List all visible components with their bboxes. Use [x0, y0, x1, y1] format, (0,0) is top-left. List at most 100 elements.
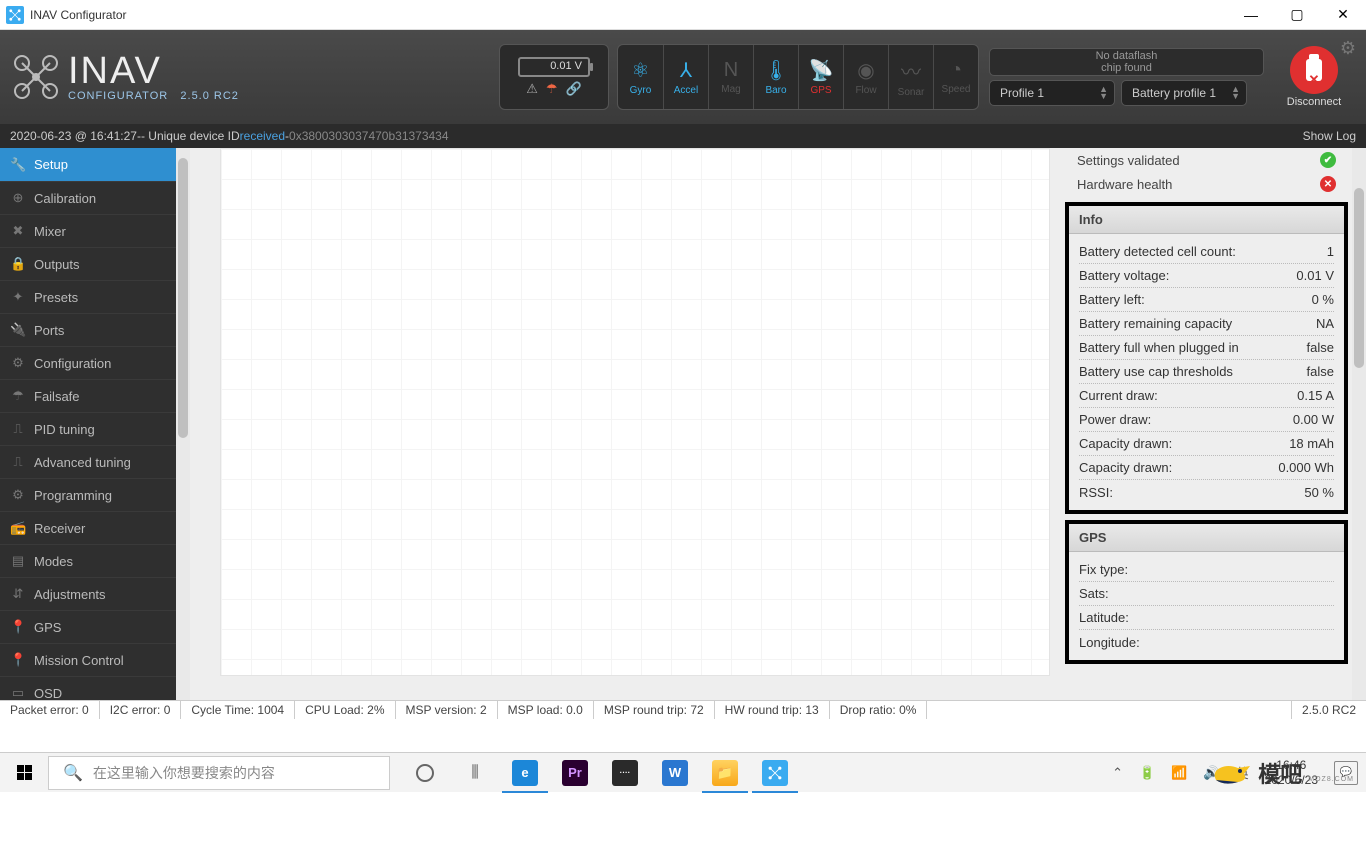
- watermark: 模吧 MOZ8.COM: [1210, 757, 1354, 789]
- sidebar-item-setup[interactable]: 🔧Setup: [0, 148, 190, 181]
- taskbar-search[interactable]: 🔍 在这里输入你想要搜索的内容: [48, 756, 390, 790]
- sensor-gps: 📡GPS: [798, 45, 843, 109]
- gps-row: Fix type:: [1079, 558, 1334, 582]
- taskbar-edge[interactable]: e: [500, 753, 550, 793]
- start-button[interactable]: [0, 753, 48, 793]
- profile-select[interactable]: Profile 1▲▼: [989, 80, 1115, 106]
- app-header: INAV CONFIGURATOR 2.5.0 RC2 0.01 V ⚠ ☂ 🔗…: [0, 30, 1366, 124]
- battery-profile-select[interactable]: Battery profile 1▲▼: [1121, 80, 1247, 106]
- logo: INAV CONFIGURATOR 2.5.0 RC2: [12, 52, 239, 102]
- window-maximize[interactable]: ▢: [1274, 0, 1320, 30]
- search-icon: 🔍: [63, 763, 83, 783]
- show-log-button[interactable]: Show Log: [1303, 129, 1356, 143]
- sidebar-item-ports[interactable]: 🔌Ports: [0, 313, 190, 346]
- sidebar-item-modes[interactable]: ▤Modes: [0, 544, 190, 577]
- status-cell: MSP round trip: 72: [594, 701, 715, 719]
- sensor-mag: NMag: [708, 45, 753, 109]
- gps-row: Sats:: [1079, 582, 1334, 606]
- footer-status-bar: Packet error: 0I2C error: 0Cycle Time: 1…: [0, 700, 1366, 719]
- main-content: 飞控的数据 GPS信息 Settings validated ✔ Hardwar…: [190, 148, 1366, 700]
- gps-panel: GPS Fix type:Sats:Latitude:Longitude:: [1065, 520, 1348, 664]
- status-hardware-health: Hardware health ✕: [1065, 172, 1348, 196]
- taskbar-premiere[interactable]: Pr: [550, 753, 600, 793]
- info-row: Power draw:0.00 W: [1079, 408, 1334, 432]
- window-minimize[interactable]: —: [1228, 0, 1274, 30]
- taskbar-app1[interactable]: ····: [600, 753, 650, 793]
- gps-row: Longitude:: [1079, 630, 1334, 654]
- sensor-gyro: ⚛Gyro: [618, 45, 663, 109]
- status-cell: Packet error: 0: [0, 701, 100, 719]
- battery-voltage: 0.01 V: [550, 60, 582, 72]
- app-icon: [6, 6, 24, 24]
- info-row: Capacity drawn:0.000 Wh: [1079, 456, 1334, 480]
- dataflash-status: No dataflash chip found: [989, 48, 1264, 76]
- settings-gear-icon[interactable]: ⚙: [1340, 38, 1356, 59]
- sidebar-item-mixer[interactable]: ✖Mixer: [0, 214, 190, 247]
- window-close[interactable]: ✕: [1320, 0, 1366, 30]
- status-cell: I2C error: 0: [100, 701, 182, 719]
- sidebar-scrollbar[interactable]: [176, 148, 190, 700]
- gps-panel-header: GPS: [1069, 524, 1344, 552]
- sidebar-item-outputs[interactable]: 🔒Outputs: [0, 247, 190, 280]
- logo-name: INAV: [68, 52, 239, 90]
- taskbar-taskview[interactable]: ⫼: [450, 753, 500, 793]
- status-settings-validated: Settings validated ✔: [1065, 148, 1348, 172]
- warning-icon: ⚠: [526, 81, 538, 97]
- sidebar-item-failsafe[interactable]: ☂Failsafe: [0, 379, 190, 412]
- info-row: Battery use cap thresholdsfalse: [1079, 360, 1334, 384]
- link-icon: 🔗: [566, 81, 582, 97]
- windows-taskbar: 🔍 在这里输入你想要搜索的内容 ⫼ e Pr ···· W 📁 ⌃ 🔋 📶 🔊 …: [0, 752, 1366, 792]
- taskbar-cortana[interactable]: [400, 753, 450, 793]
- info-row: Battery remaining capacityNA: [1079, 312, 1334, 336]
- info-row: Battery detected cell count:1: [1079, 240, 1334, 264]
- sidebar-item-calibration[interactable]: ⊕Calibration: [0, 181, 190, 214]
- taskbar-wps[interactable]: W: [650, 753, 700, 793]
- info-panel: Info Battery detected cell count:1Batter…: [1065, 202, 1348, 514]
- window-title: INAV Configurator: [30, 8, 127, 22]
- info-row: Battery voltage:0.01 V: [1079, 264, 1334, 288]
- sidebar-item-receiver[interactable]: 📻Receiver: [0, 511, 190, 544]
- sidebar-nav: 🔧Setup⊕Calibration✖Mixer🔒Outputs✦Presets…: [0, 148, 190, 700]
- status-cell: MSP version: 2: [396, 701, 498, 719]
- status-version: 2.5.0 RC2: [1291, 701, 1366, 719]
- taskbar-inav[interactable]: [750, 753, 800, 793]
- tray-wifi-icon[interactable]: 📶: [1171, 765, 1187, 781]
- sidebar-item-advanced-tuning[interactable]: ⎍Advanced tuning: [0, 445, 190, 478]
- gps-row: Latitude:: [1079, 606, 1334, 630]
- sensor-flow: ◉Flow: [843, 45, 888, 109]
- sidebar-item-presets[interactable]: ✦Presets: [0, 280, 190, 313]
- sidebar-item-mission-control[interactable]: 📍Mission Control: [0, 643, 190, 676]
- check-icon: ✔: [1320, 152, 1336, 168]
- sidebar-item-programming[interactable]: ⚙Programming: [0, 478, 190, 511]
- x-icon: ✕: [1320, 176, 1336, 192]
- attitude-canvas: [220, 148, 1050, 676]
- info-row: Battery full when plugged infalse: [1079, 336, 1334, 360]
- content-scrollbar[interactable]: [1352, 148, 1366, 700]
- status-cell: Drop ratio: 0%: [830, 701, 928, 719]
- sensor-status-bar: ⚛Gyro⅄AccelNMag🌡Baro📡GPS◉Flow〰Sonar◔Spee…: [617, 44, 979, 110]
- sensor-accel: ⅄Accel: [663, 45, 708, 109]
- window-titlebar: INAV Configurator — ▢ ✕: [0, 0, 1366, 30]
- info-row: Capacity drawn:18 mAh: [1079, 432, 1334, 456]
- sidebar-item-osd[interactable]: ▭OSD: [0, 676, 190, 700]
- info-row: RSSI:50 %: [1079, 480, 1334, 504]
- logo-version: 2.5.0 RC2: [180, 90, 239, 102]
- status-cell: Cycle Time: 1004: [181, 701, 295, 719]
- log-bar: 2020-06-23 @ 16:41:27 -- Unique device I…: [0, 124, 1366, 148]
- sidebar-item-pid-tuning[interactable]: ⎍PID tuning: [0, 412, 190, 445]
- info-panel-header: Info: [1069, 206, 1344, 234]
- sidebar-item-gps[interactable]: 📍GPS: [0, 610, 190, 643]
- sensor-sonar: 〰Sonar: [888, 45, 933, 109]
- status-cell: HW round trip: 13: [715, 701, 830, 719]
- tray-chevron-icon[interactable]: ⌃: [1112, 765, 1123, 781]
- battery-indicator: 0.01 V ⚠ ☂ 🔗: [499, 44, 609, 110]
- tray-battery-icon[interactable]: 🔋: [1139, 765, 1155, 781]
- sensor-speed: ◔Speed: [933, 45, 978, 109]
- sidebar-item-configuration[interactable]: ⚙Configuration: [0, 346, 190, 379]
- info-row: Current draw:0.15 A: [1079, 384, 1334, 408]
- sidebar-item-adjustments[interactable]: ⇵Adjustments: [0, 577, 190, 610]
- status-cell: CPU Load: 2%: [295, 701, 395, 719]
- status-cell: MSP load: 0.0: [498, 701, 594, 719]
- sensor-baro: 🌡Baro: [753, 45, 798, 109]
- taskbar-explorer[interactable]: 📁: [700, 753, 750, 793]
